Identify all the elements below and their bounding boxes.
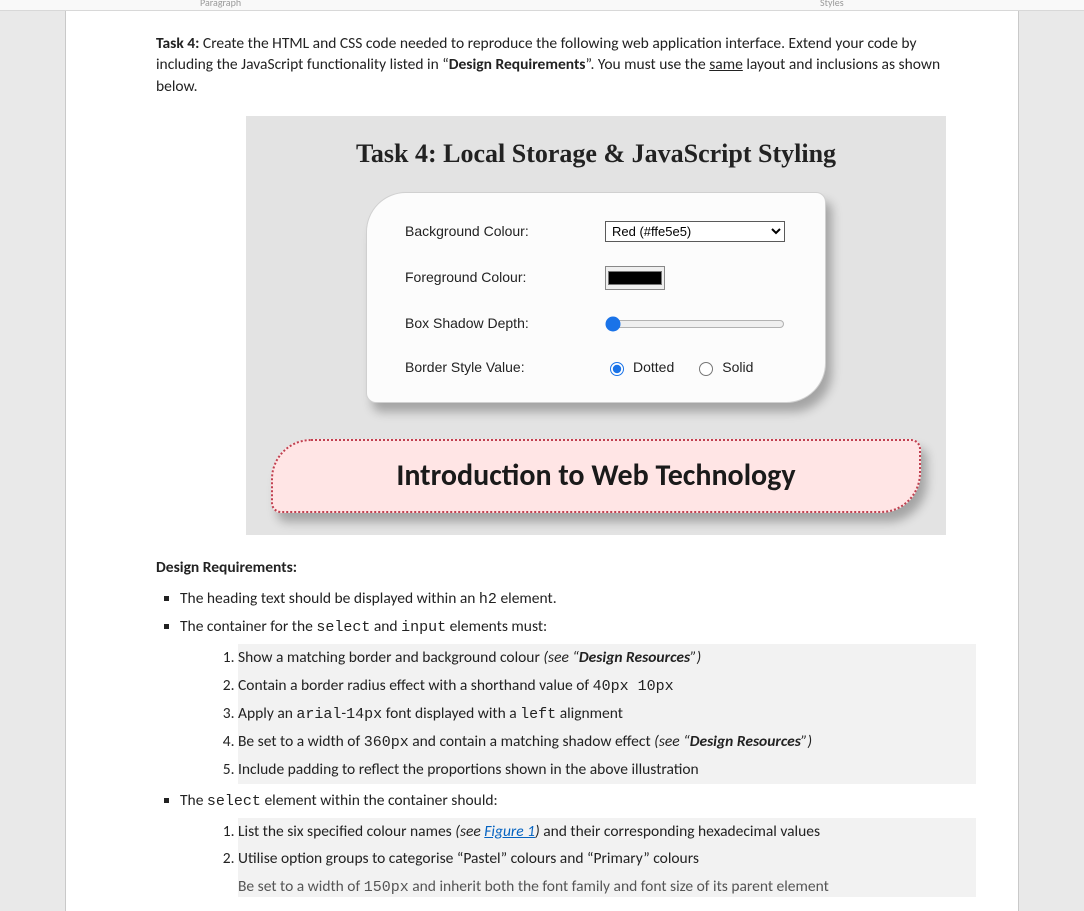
select-req-1: List the six specified colour names (see… [238, 818, 976, 846]
ribbon-group-paragraph: Paragraph [200, 0, 241, 9]
settings-panel: Background Colour: Red (#ffe5e5) Foregro… [366, 192, 826, 403]
container-req-2: Contain a border radius effect with a sh… [238, 672, 976, 700]
req-bullet-3: The select element within the container … [180, 790, 976, 897]
border-style-label: Border Style Value: [405, 358, 605, 378]
border-solid-radio[interactable] [699, 362, 713, 376]
container-req-3: Apply an arial-14px font displayed with … [238, 700, 976, 728]
bg-colour-label: Background Colour: [405, 222, 605, 242]
container-req-4: Be set to a width of 360px and contain a… [238, 728, 976, 756]
select-reqs: List the six specified colour names (see… [238, 818, 976, 897]
fg-colour-label: Foreground Colour: [405, 268, 605, 288]
shadow-depth-slider[interactable] [605, 316, 785, 332]
task-intro: Task 4: Create the HTML and CSS code nee… [156, 33, 976, 98]
container-reqs: Show a matching border and background co… [238, 644, 976, 783]
design-requirements-heading: Design Requirements: [156, 557, 976, 579]
border-dotted-radio[interactable] [610, 362, 624, 376]
ribbon-group-styles: Styles [820, 0, 844, 9]
req-bullet-2: The container for the select and input e… [180, 616, 976, 783]
border-dotted-option[interactable]: Dotted [605, 358, 674, 378]
border-solid-option[interactable]: Solid [694, 358, 753, 378]
requirements-list: The heading text should be displayed wit… [180, 588, 976, 897]
fg-colour-input[interactable] [605, 266, 665, 290]
req-bullet-1: The heading text should be displayed wit… [180, 588, 976, 610]
container-req-1: Show a matching border and background co… [238, 644, 976, 672]
select-req-3: Be set to a width of 150px and inherit b… [238, 873, 976, 897]
figure-1-link[interactable]: Figure 1 [484, 822, 535, 841]
container-req-5: Include padding to reflect the proportio… [238, 756, 976, 784]
bg-colour-select[interactable]: Red (#ffe5e5) [605, 221, 785, 242]
ribbon: Paragraph Styles [0, 0, 1084, 11]
embedded-illustration: Task 4: Local Storage & JavaScript Styli… [246, 116, 946, 535]
embedded-title: Task 4: Local Storage & JavaScript Styli… [246, 136, 946, 172]
result-banner: Introduction to Web Technology [271, 439, 921, 513]
shadow-depth-label: Box Shadow Depth: [405, 314, 603, 334]
document-page: Task 4: Create the HTML and CSS code nee… [66, 11, 1018, 911]
select-req-2: Utilise option groups to categorise “Pas… [238, 845, 976, 873]
task-label: Task 4: [156, 34, 199, 53]
